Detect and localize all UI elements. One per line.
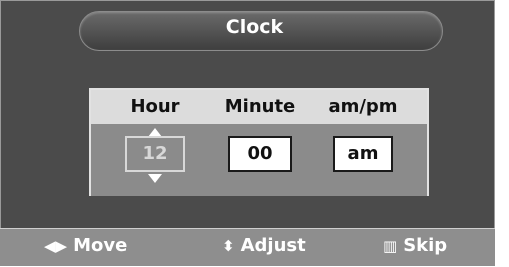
adjust-hint-label: Adjust xyxy=(240,235,306,256)
skip-icon: ▥ xyxy=(383,237,398,255)
skip-hint-label: Skip xyxy=(403,235,448,256)
move-hint-label: Move xyxy=(73,235,128,256)
move-hint: ◀▶ Move xyxy=(44,234,127,258)
hour-label: Hour xyxy=(130,96,180,117)
ampm-label: am/pm xyxy=(328,96,398,117)
hour-decrease-arrow-icon[interactable] xyxy=(148,174,162,183)
minute-field[interactable]: 00 xyxy=(228,136,292,172)
up-down-arrows-icon: ⬍ xyxy=(222,237,235,255)
ampm-field[interactable]: am xyxy=(333,136,393,172)
window-title: Clock xyxy=(225,16,284,38)
hour-field[interactable]: 12 xyxy=(125,136,185,172)
skip-hint: ▥ Skip xyxy=(383,234,447,258)
left-right-arrows-icon: ◀▶ xyxy=(44,237,68,255)
adjust-hint: ⬍ Adjust xyxy=(222,234,306,258)
minute-label: Minute xyxy=(224,96,296,117)
